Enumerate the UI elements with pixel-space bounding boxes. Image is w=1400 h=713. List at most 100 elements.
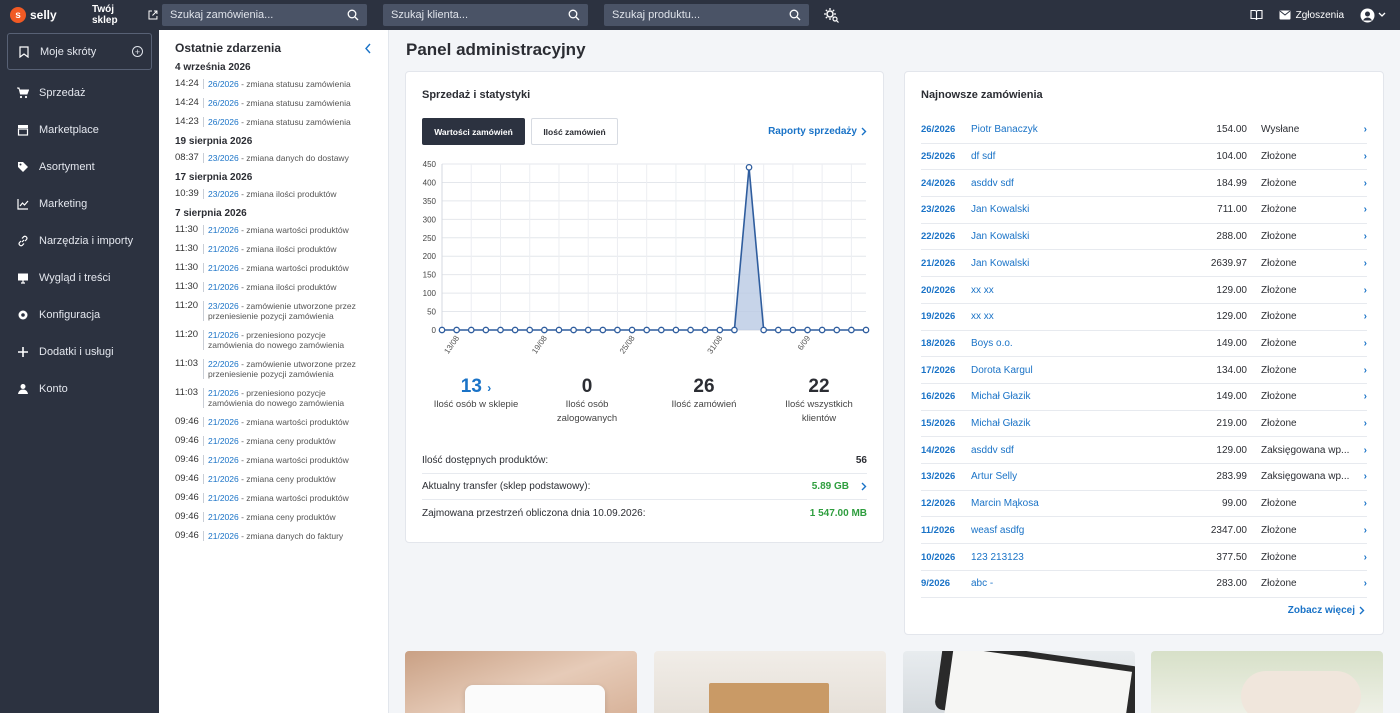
sidebar-item-shortcuts[interactable]: Moje skróty + xyxy=(7,33,152,70)
order-row[interactable]: 25/2026 df sdf 104.00 Złożone › xyxy=(921,144,1367,171)
order-client-link[interactable]: 123 213123 xyxy=(971,552,1177,563)
search-products-input[interactable]: Szukaj produktu... xyxy=(604,4,809,26)
order-client-link[interactable]: xx xx xyxy=(971,285,1177,296)
order-row[interactable]: 26/2026 Piotr Banaczyk 154.00 Wysłane › xyxy=(921,117,1367,144)
book-icon[interactable] xyxy=(1250,9,1263,21)
chevron-right-icon[interactable]: › xyxy=(1357,151,1367,162)
order-client-link[interactable]: Michał Głazik xyxy=(971,391,1177,402)
order-client-link[interactable]: Jan Kowalski xyxy=(971,231,1177,242)
order-row[interactable]: 21/2026 Jan Kowalski 2639.97 Złożone › xyxy=(921,251,1367,278)
event-order-link[interactable]: 26/2026 xyxy=(208,117,239,127)
order-number-link[interactable]: 25/2026 xyxy=(921,151,971,162)
event-order-link[interactable]: 21/2026 xyxy=(208,493,239,503)
order-number-link[interactable]: 23/2026 xyxy=(921,204,971,215)
event-order-link[interactable]: 21/2026 xyxy=(208,474,239,484)
sidebar-item-marketplace[interactable]: Marketplace xyxy=(0,111,159,148)
event-order-link[interactable]: 21/2026 xyxy=(208,417,239,427)
sidebar-item-configuration[interactable]: Konfiguracja xyxy=(0,296,159,333)
order-client-link[interactable]: Jan Kowalski xyxy=(971,204,1177,215)
logo[interactable]: s selly xyxy=(10,7,80,23)
order-client-link[interactable]: asddv sdf xyxy=(971,178,1177,189)
event-order-link[interactable]: 21/2026 xyxy=(208,436,239,446)
collapse-chevron-left-icon[interactable] xyxy=(364,43,372,54)
tab-order-count[interactable]: Ilość zamówień xyxy=(531,118,618,145)
event-order-link[interactable]: 23/2026 xyxy=(208,301,239,311)
order-row[interactable]: 15/2026 Michał Głazik 219.00 Złożone › xyxy=(921,411,1367,438)
chevron-right-icon[interactable]: › xyxy=(1357,445,1367,456)
order-number-link[interactable]: 15/2026 xyxy=(921,418,971,429)
order-client-link[interactable]: abc - xyxy=(971,578,1177,589)
event-order-link[interactable]: 21/2026 xyxy=(208,263,239,273)
order-row[interactable]: 18/2026 Boys o.o. 149.00 Złożone › xyxy=(921,331,1367,358)
order-number-link[interactable]: 13/2026 xyxy=(921,471,971,482)
chevron-right-icon[interactable]: › xyxy=(1357,578,1367,589)
sidebar-item-sales[interactable]: Sprzedaż xyxy=(0,74,159,111)
chevron-right-icon[interactable]: › xyxy=(1357,471,1367,482)
order-row[interactable]: 19/2026 xx xx 129.00 Złożone › xyxy=(921,304,1367,331)
event-order-link[interactable]: 21/2026 xyxy=(208,244,239,254)
reports-button[interactable]: Zgłoszenia xyxy=(1279,10,1344,21)
chevron-right-icon[interactable]: › xyxy=(1357,258,1367,269)
chevron-right-icon[interactable]: › xyxy=(1357,285,1367,296)
order-number-link[interactable]: 16/2026 xyxy=(921,391,971,402)
tab-order-values[interactable]: Wartości zamówień xyxy=(422,118,525,145)
order-row[interactable]: 24/2026 asddv sdf 184.99 Złożone › xyxy=(921,170,1367,198)
event-order-link[interactable]: 21/2026 xyxy=(208,225,239,235)
sidebar-item-assortment[interactable]: Asortyment xyxy=(0,148,159,185)
order-row[interactable]: 14/2026 asddv sdf 129.00 Zaksięgowana wp...… xyxy=(921,437,1367,465)
chevron-right-icon[interactable]: › xyxy=(1357,178,1367,189)
order-number-link[interactable]: 10/2026 xyxy=(921,552,971,563)
order-number-link[interactable]: 21/2026 xyxy=(921,258,971,269)
your-shop-link[interactable]: Twój sklep xyxy=(92,4,158,26)
order-row[interactable]: 20/2026 xx xx 129.00 Złożone › xyxy=(921,277,1367,304)
order-client-link[interactable]: df sdf xyxy=(971,151,1177,162)
chevron-right-icon[interactable]: › xyxy=(1357,124,1367,135)
stat-visitors[interactable]: 13 › Ilość osób w sklepie xyxy=(418,376,534,412)
order-client-link[interactable]: weasf asdfg xyxy=(971,525,1177,536)
chevron-right-icon[interactable]: › xyxy=(1357,311,1367,322)
order-client-link[interactable]: Artur Selly xyxy=(971,471,1177,482)
order-row[interactable]: 12/2026 Marcin Mąkosa 99.00 Złożone › xyxy=(921,491,1367,518)
event-order-link[interactable]: 21/2026 xyxy=(208,388,239,398)
promo-banner-1[interactable] xyxy=(405,651,637,713)
order-client-link[interactable]: Boys o.o. xyxy=(971,338,1177,349)
order-client-link[interactable]: Marcin Mąkosa xyxy=(971,498,1177,509)
search-orders-input[interactable]: Szukaj zamówienia... xyxy=(162,4,367,26)
event-order-link[interactable]: 22/2026 xyxy=(208,359,239,369)
order-row[interactable]: 11/2026 weasf asdfg 2347.00 Złożone › xyxy=(921,518,1367,545)
promo-banner-2[interactable] xyxy=(654,651,886,713)
search-clients-input[interactable]: Szukaj klienta... xyxy=(383,4,588,26)
sidebar-item-tools[interactable]: Narzędzia i importy xyxy=(0,222,159,259)
settings-search-icon[interactable] xyxy=(823,7,839,23)
event-order-link[interactable]: 21/2026 xyxy=(208,455,239,465)
order-row[interactable]: 10/2026 123 213123 377.50 Złożone › xyxy=(921,544,1367,571)
order-row[interactable]: 22/2026 Jan Kowalski 288.00 Złożone › xyxy=(921,224,1367,251)
chevron-right-icon[interactable]: › xyxy=(1357,418,1367,429)
event-order-link[interactable]: 26/2026 xyxy=(208,98,239,108)
chevron-right-icon[interactable]: › xyxy=(1357,231,1367,242)
event-order-link[interactable]: 21/2026 xyxy=(208,282,239,292)
chevron-right-icon[interactable]: › xyxy=(1357,498,1367,509)
order-number-link[interactable]: 11/2026 xyxy=(921,525,971,536)
sales-reports-link[interactable]: Raporty sprzedaży xyxy=(768,126,867,137)
order-number-link[interactable]: 20/2026 xyxy=(921,285,971,296)
promo-banner-3[interactable] xyxy=(903,651,1135,713)
order-number-link[interactable]: 22/2026 xyxy=(921,231,971,242)
order-number-link[interactable]: 14/2026 xyxy=(921,445,971,456)
chevron-right-icon[interactable]: › xyxy=(1357,391,1367,402)
order-row[interactable]: 16/2026 Michał Głazik 149.00 Złożone › xyxy=(921,384,1367,411)
add-shortcut-icon[interactable]: + xyxy=(132,46,143,57)
order-number-link[interactable]: 17/2026 xyxy=(921,365,971,376)
order-client-link[interactable]: Michał Głazik xyxy=(971,418,1177,429)
order-row[interactable]: 9/2026 abc - 283.00 Złożone › xyxy=(921,571,1367,598)
order-client-link[interactable]: xx xx xyxy=(971,311,1177,322)
event-order-link[interactable]: 21/2026 xyxy=(208,512,239,522)
sidebar-item-appearance[interactable]: Wygląd i treści xyxy=(0,259,159,296)
chevron-right-icon[interactable]: › xyxy=(1357,204,1367,215)
order-client-link[interactable]: Jan Kowalski xyxy=(971,258,1177,269)
chevron-right-icon[interactable]: › xyxy=(1357,338,1367,349)
chevron-right-icon[interactable]: › xyxy=(1357,365,1367,376)
order-row[interactable]: 23/2026 Jan Kowalski 711.00 Złożone › xyxy=(921,197,1367,224)
info-transfer-row[interactable]: Aktualny transfer (sklep podstawowy): 5.… xyxy=(422,474,867,500)
chevron-right-icon[interactable]: › xyxy=(1357,552,1367,563)
